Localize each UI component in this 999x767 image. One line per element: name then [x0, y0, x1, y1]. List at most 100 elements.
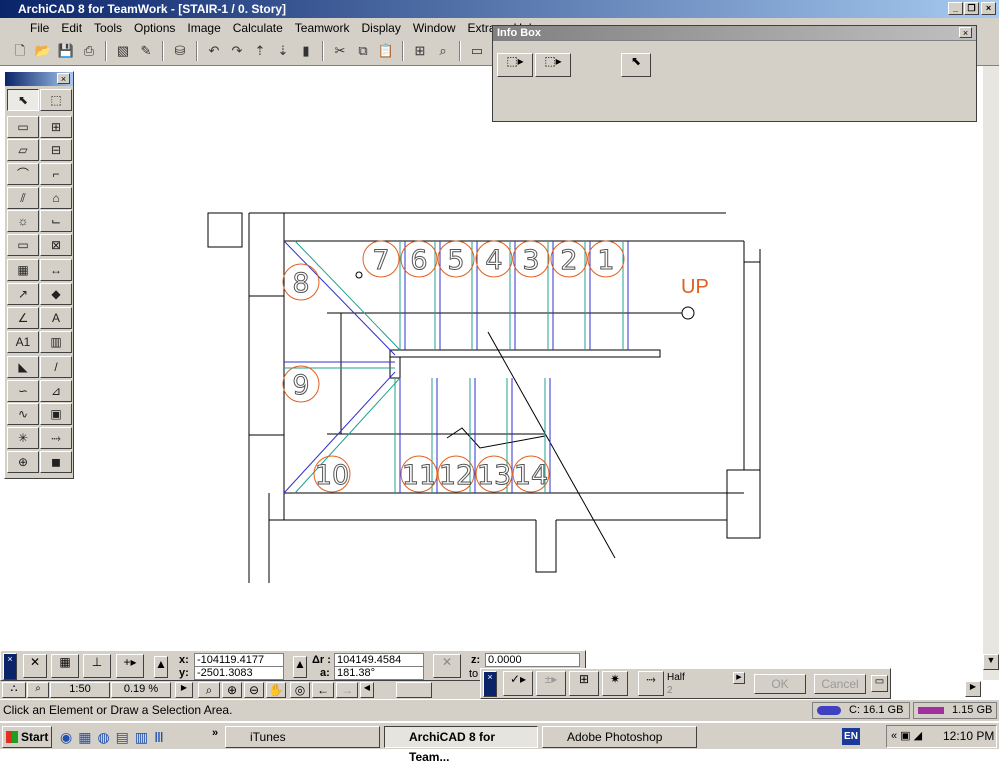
- angle-field[interactable]: 181.38°: [334, 666, 424, 680]
- scroll-left-button[interactable]: ◀: [360, 682, 374, 698]
- step-marker[interactable]: 8: [282, 263, 320, 301]
- fit-icon[interactable]: ◎: [290, 682, 310, 698]
- step-marker[interactable]: 5: [437, 240, 475, 278]
- roof-tool[interactable]: ⊠: [40, 234, 72, 256]
- guide-line-button[interactable]: ✓▸: [503, 671, 533, 696]
- text-tool[interactable]: A: [40, 307, 72, 329]
- spline-tool[interactable]: ∿: [7, 403, 39, 425]
- grid-snap-button[interactable]: ▦: [51, 654, 79, 678]
- arrow-tool-button[interactable]: ⬉: [621, 53, 651, 77]
- suspend-groups-button[interactable]: ⊞: [569, 671, 599, 696]
- window-tool[interactable]: ⌒: [7, 163, 39, 185]
- skylight-tool[interactable]: ⫽: [7, 187, 39, 209]
- scale-field[interactable]: 1:50: [50, 682, 110, 698]
- vertical-scrollbar[interactable]: ▼: [983, 66, 999, 680]
- gravity-button[interactable]: ⤑: [638, 671, 664, 696]
- network-icon[interactable]: « ▣ ◢: [891, 726, 922, 747]
- section-tool[interactable]: ⤑: [40, 427, 72, 449]
- step-marker[interactable]: 7: [362, 240, 400, 278]
- y-field[interactable]: -2501.3083: [194, 666, 284, 680]
- user-origin-button[interactable]: ⊥: [83, 654, 111, 678]
- ok-button[interactable]: OK: [754, 674, 806, 694]
- horizontal-scroll-thumb[interactable]: [396, 682, 432, 698]
- snap-button[interactable]: ✕: [23, 654, 47, 678]
- step-marker[interactable]: 1: [587, 240, 625, 278]
- marquee-tool[interactable]: ⬚: [40, 89, 72, 111]
- task-photoshop[interactable]: Adobe Photoshop: [542, 726, 697, 748]
- scroll-right-button[interactable]: ▶: [965, 681, 981, 697]
- scroll-left-icon[interactable]: ▶: [175, 682, 193, 698]
- constraint-button[interactable]: ✕: [433, 654, 461, 678]
- x-field[interactable]: -104119.4177: [194, 653, 284, 667]
- figure-tool[interactable]: ▣: [40, 403, 72, 425]
- step-marker[interactable]: 2: [550, 240, 588, 278]
- step-marker[interactable]: 9: [282, 365, 320, 403]
- task-archicad[interactable]: ArchiCAD 8 for Team...: [384, 726, 538, 764]
- beam-tool[interactable]: ▱: [7, 139, 39, 161]
- corner-window-tool[interactable]: ⌐: [40, 163, 72, 185]
- relative-button[interactable]: +▸: [116, 654, 144, 678]
- line-tool[interactable]: /: [40, 356, 72, 378]
- lamp-tool[interactable]: ☼: [7, 210, 39, 232]
- pan-icon[interactable]: ✋: [266, 682, 286, 698]
- step-marker[interactable]: 4: [475, 240, 513, 278]
- info-box-header[interactable]: Info Box: [493, 26, 976, 41]
- scroll-down-button[interactable]: ▼: [983, 654, 999, 670]
- zoom-in-icon[interactable]: ⊕: [222, 682, 242, 698]
- step-marker[interactable]: 12: [437, 455, 475, 493]
- stair-tool[interactable]: ⌙: [40, 210, 72, 232]
- close-icon[interactable]: ×: [959, 27, 972, 38]
- quick-launch[interactable]: ◉▦◍▤▥Ⅲ: [60, 729, 170, 746]
- close-icon[interactable]: ×: [483, 671, 497, 697]
- step-marker[interactable]: 14: [512, 455, 550, 493]
- wall-tool[interactable]: ▭: [7, 116, 39, 138]
- elevation-tool[interactable]: ⊕: [7, 451, 39, 473]
- zoom-window-icon[interactable]: ⌕: [27, 682, 49, 698]
- z-field[interactable]: 0.0000: [485, 653, 580, 667]
- arrow-tool[interactable]: ⬉: [7, 89, 39, 111]
- arc-tool[interactable]: ∽: [7, 380, 39, 402]
- hotspot-tool[interactable]: ✳: [7, 427, 39, 449]
- angle-dim-tool[interactable]: ∠: [7, 307, 39, 329]
- label-tool[interactable]: A1: [7, 331, 39, 353]
- collapse-icon[interactable]: ▭: [871, 675, 888, 692]
- task-itunes[interactable]: iTunes: [225, 726, 380, 748]
- zoom-icon[interactable]: ⌕: [198, 682, 220, 698]
- camera-tool[interactable]: ◼: [40, 451, 72, 473]
- column-tool[interactable]: ⊞: [40, 116, 72, 138]
- step-marker[interactable]: 6: [400, 240, 438, 278]
- zoom-field[interactable]: 0.19 %: [111, 682, 171, 698]
- language-indicator[interactable]: EN: [842, 728, 860, 745]
- dimension-tool[interactable]: ↔: [40, 259, 72, 281]
- close-icon[interactable]: ×: [3, 653, 17, 680]
- close-icon[interactable]: ×: [57, 73, 70, 84]
- start-button[interactable]: Start: [2, 726, 52, 748]
- step-marker[interactable]: 10: [313, 455, 351, 493]
- level-dim-tool[interactable]: ◆: [40, 283, 72, 305]
- magic-wand-button[interactable]: ✷: [602, 671, 628, 696]
- absolute-toggle[interactable]: ▲: [154, 656, 168, 678]
- object-tool[interactable]: ⌂: [40, 187, 72, 209]
- previous-zoom-icon[interactable]: ←: [312, 682, 334, 698]
- radial-dim-tool[interactable]: ↗: [7, 283, 39, 305]
- zoom-out-icon[interactable]: ⊖: [244, 682, 264, 698]
- zone-tool[interactable]: ▥: [40, 331, 72, 353]
- step-marker[interactable]: 11: [400, 455, 438, 493]
- fill-tool[interactable]: ◣: [7, 356, 39, 378]
- slab-tool[interactable]: ▭: [7, 234, 39, 256]
- step-marker[interactable]: 13: [475, 455, 513, 493]
- polyline-tool[interactable]: ⊿: [40, 380, 72, 402]
- chevron-icon[interactable]: »: [212, 727, 218, 739]
- door-tool[interactable]: ⊟: [40, 139, 72, 161]
- geometry-method-button[interactable]: ⬚▸: [497, 53, 533, 77]
- special-snap-button[interactable]: ±▸: [536, 671, 566, 696]
- next-zoom-icon[interactable]: →: [336, 682, 358, 698]
- dr-field[interactable]: 104149.4584: [334, 653, 424, 667]
- layer-icon[interactable]: ⛬: [2, 682, 26, 698]
- gravity-dropdown[interactable]: ▶: [733, 672, 745, 684]
- relative-toggle[interactable]: ▲: [293, 656, 307, 678]
- selection-method-button[interactable]: ⬚▸: [535, 53, 571, 77]
- cancel-button[interactable]: Cancel: [814, 674, 866, 694]
- step-marker[interactable]: 3: [512, 240, 550, 278]
- toolbox-header[interactable]: ×: [5, 72, 73, 86]
